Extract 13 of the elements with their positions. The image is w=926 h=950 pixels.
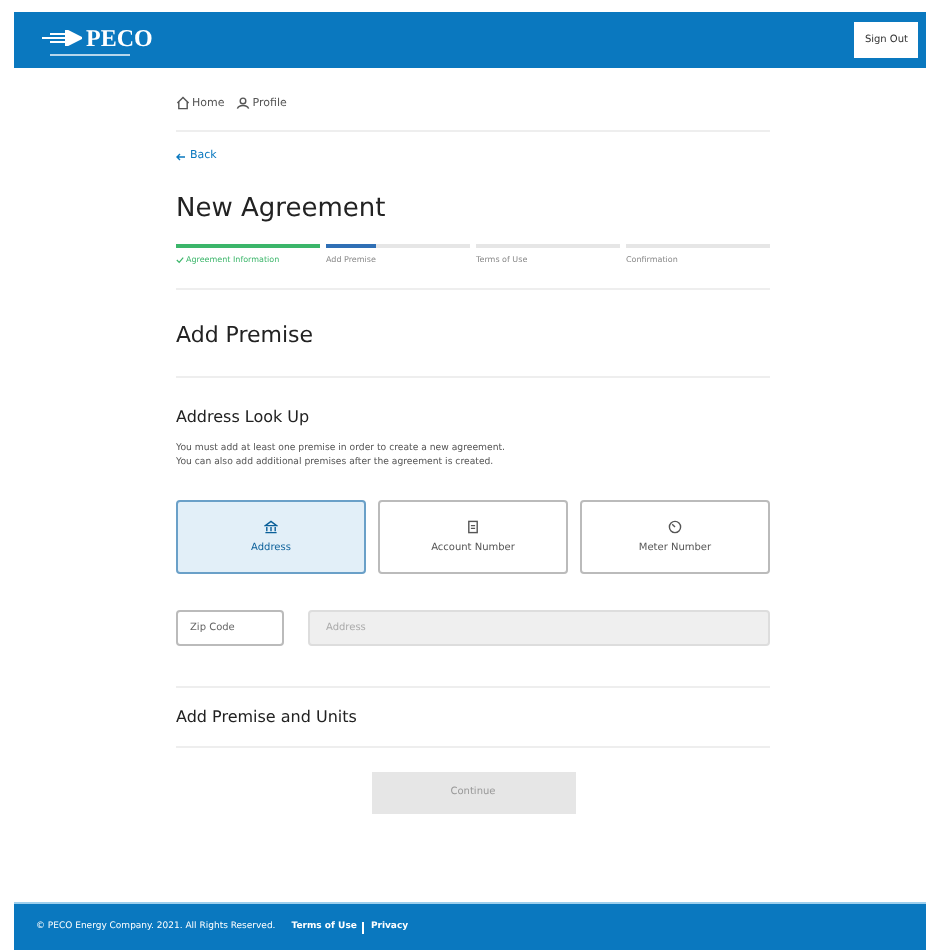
user-icon (236, 96, 251, 110)
subsection-title: Add Premise and Units (176, 685, 770, 748)
home-icon (176, 96, 190, 110)
gauge-icon (668, 519, 682, 534)
check-icon (176, 255, 184, 263)
back-arrow-icon (176, 151, 186, 161)
logo-icon (42, 29, 82, 45)
section-title: Add Premise (176, 322, 770, 378)
bank-icon (264, 519, 278, 534)
logo-text: PECO (86, 25, 153, 49)
subsection-title: Address Look Up (176, 408, 312, 426)
document-icon (466, 519, 480, 534)
page-title: New Agreement (176, 194, 388, 224)
